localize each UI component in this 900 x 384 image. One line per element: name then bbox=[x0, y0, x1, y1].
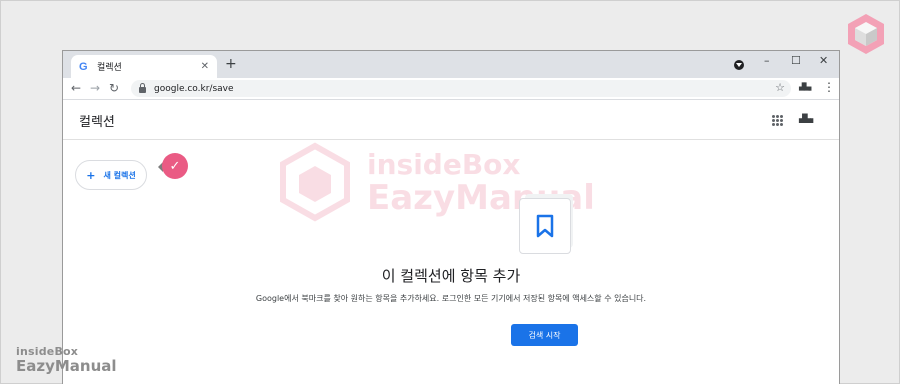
close-window-button[interactable]: ✕ bbox=[819, 54, 828, 67]
google-favicon-icon: G bbox=[79, 60, 88, 73]
tab-title: 컬렉션 bbox=[97, 63, 122, 73]
empty-collection-illustration bbox=[513, 194, 579, 254]
new-collection-label: 새 컬렉션 bbox=[103, 170, 136, 180]
bookmark-star-icon[interactable]: ☆ bbox=[775, 81, 785, 94]
empty-state-description: Google에서 북마크를 찾아 원하는 항목을 추가하세요. 로그인한 모든 … bbox=[255, 294, 647, 303]
maximize-button[interactable]: ☐ bbox=[791, 54, 801, 67]
bookmark-icon bbox=[536, 214, 554, 238]
new-collection-button[interactable]: + 새 컬렉션 bbox=[75, 160, 147, 190]
start-search-button[interactable]: 검색 시작 bbox=[511, 324, 578, 346]
forward-icon[interactable]: → bbox=[90, 81, 100, 95]
reload-icon[interactable]: ↻ bbox=[109, 81, 119, 95]
browser-menu-icon[interactable]: ⋮ bbox=[823, 80, 835, 94]
watermark: insideBox EazyManual bbox=[275, 142, 635, 222]
corner-watermark-line1: insideBox bbox=[16, 345, 79, 358]
tab-collections[interactable]: G 컬렉션 ✕ bbox=[71, 55, 217, 78]
page-title: 컬렉션 bbox=[79, 115, 115, 130]
profile-menu-icon[interactable] bbox=[734, 60, 744, 70]
address-bar[interactable]: google.co.kr/save ☆ bbox=[131, 80, 791, 97]
browser-toolbar: ← → ↻ google.co.kr/save ☆ ▟▙▖ ⋮ bbox=[63, 78, 839, 100]
minimize-button[interactable]: – bbox=[764, 54, 770, 67]
app-header: 컬렉션 ▟▙▖ bbox=[63, 100, 839, 140]
tab-close-icon[interactable]: ✕ bbox=[201, 61, 209, 72]
lock-icon bbox=[139, 83, 146, 93]
watermark-line1: insideBox bbox=[367, 148, 521, 181]
corner-watermark: insideBox EazyManual bbox=[16, 346, 117, 374]
empty-state-title: 이 컬렉션에 항목 추가 bbox=[381, 267, 521, 285]
watermark-cube-icon bbox=[280, 142, 350, 222]
account-avatar-icon[interactable]: ▟▙▖ bbox=[799, 114, 816, 123]
extension-icon[interactable]: ▟▙▖ bbox=[799, 83, 814, 91]
collections-main: insideBox EazyManual + 새 컬렉션 ✓ 이 컬렉션에 항목… bbox=[63, 140, 839, 384]
apps-grid-icon[interactable] bbox=[772, 115, 783, 126]
tab-bar: G 컬렉션 ✕ + – ☐ ✕ bbox=[63, 51, 839, 78]
insidebox-logo-icon bbox=[848, 14, 884, 54]
back-icon[interactable]: ← bbox=[71, 81, 81, 95]
browser-window: G 컬렉션 ✕ + – ☐ ✕ ← → ↻ google.co.kr/save … bbox=[62, 50, 840, 384]
check-badge-icon: ✓ bbox=[162, 153, 188, 179]
corner-watermark-line2: EazyManual bbox=[16, 357, 117, 375]
new-tab-icon[interactable]: + bbox=[225, 56, 237, 72]
url-text: google.co.kr/save bbox=[154, 83, 234, 94]
plus-icon: + bbox=[86, 168, 96, 182]
